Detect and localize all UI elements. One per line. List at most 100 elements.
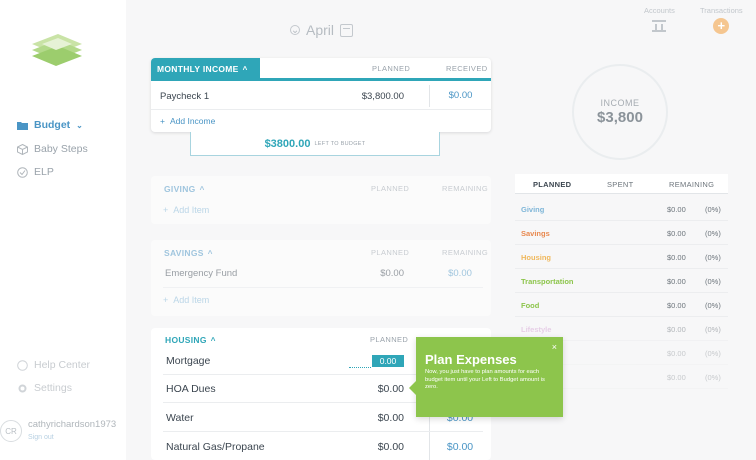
savings-title: SAVINGS bbox=[164, 248, 204, 258]
chevron-up-icon[interactable]: ^ bbox=[211, 336, 216, 345]
month-selector[interactable]: ⌄ April bbox=[290, 22, 354, 38]
summary-tabs: PLANNED SPENT REMAINING bbox=[515, 174, 728, 194]
income-header-tab[interactable]: MONTHLY INCOME ^ bbox=[151, 58, 260, 80]
divider bbox=[151, 109, 491, 110]
transactions-button[interactable]: Transactions + bbox=[700, 6, 743, 34]
sidebar-item-label: Settings bbox=[34, 382, 72, 394]
shield-icon bbox=[17, 166, 28, 178]
dotted-underline bbox=[349, 367, 371, 368]
item-name[interactable]: Water bbox=[166, 412, 194, 424]
summary-category: Housing bbox=[521, 253, 551, 262]
plus-icon: + bbox=[163, 205, 169, 215]
col-planned: PLANNED bbox=[371, 184, 410, 193]
add-item-button[interactable]: + Add Item bbox=[163, 205, 209, 215]
table-row[interactable]: Paycheck 1 $3,800.00 $0.00 bbox=[151, 85, 491, 107]
summary-amount: $0.00 bbox=[667, 253, 686, 262]
sidebar-item-budget[interactable]: Budget ⌄ bbox=[17, 119, 83, 131]
sidebar-item-baby-steps[interactable]: Baby Steps bbox=[17, 143, 88, 155]
chevron-up-icon[interactable]: ^ bbox=[208, 249, 213, 258]
tab-planned[interactable]: PLANNED bbox=[533, 180, 571, 189]
username: cathyrichardson1973 bbox=[28, 419, 117, 430]
col-received: RECEIVED bbox=[446, 64, 488, 73]
summary-row[interactable]: Transportation $0.00 (0%) bbox=[515, 269, 728, 293]
summary-row[interactable]: Savings $0.00 (0%) bbox=[515, 221, 728, 245]
item-received[interactable]: $0.00 bbox=[429, 85, 491, 107]
col-planned: PLANNED bbox=[372, 64, 411, 73]
summary-percent: (0%) bbox=[705, 205, 721, 214]
calendar-icon[interactable] bbox=[340, 23, 354, 37]
savings-header-tab[interactable]: SAVINGS ^ bbox=[158, 242, 225, 264]
summary-category: Transportation bbox=[521, 277, 574, 286]
add-income-button[interactable]: + Add Income bbox=[160, 116, 215, 126]
sidebar-item-help-center[interactable]: Help Center bbox=[17, 359, 90, 371]
planned-amount-input[interactable]: 0.00 bbox=[372, 355, 404, 367]
close-icon[interactable]: × bbox=[552, 342, 557, 352]
giving-title: GIVING bbox=[164, 184, 196, 194]
savings-card: SAVINGS ^ PLANNED REMAINING Emergency Fu… bbox=[151, 240, 491, 316]
chevron-up-icon[interactable]: ^ bbox=[243, 65, 248, 74]
tooltip-text: Now, you just have to plan amounts for e… bbox=[425, 369, 545, 390]
col-remaining: REMAINING bbox=[442, 184, 489, 193]
cube-icon bbox=[17, 143, 28, 155]
left-to-budget-label: LEFT TO BUDGET bbox=[314, 140, 366, 147]
housing-title: HOUSING bbox=[165, 335, 207, 345]
income-title: MONTHLY INCOME bbox=[157, 64, 239, 74]
summary-category: Giving bbox=[521, 205, 545, 214]
avatar[interactable]: CR bbox=[0, 420, 22, 442]
item-name[interactable]: Emergency Fund bbox=[165, 268, 237, 279]
add-item-button[interactable]: + Add Item bbox=[163, 295, 209, 305]
accounts-button[interactable]: Accounts bbox=[644, 6, 675, 32]
summary-percent: (0%) bbox=[705, 349, 721, 358]
signout-link[interactable]: Sign out bbox=[28, 434, 54, 441]
summary-row[interactable]: Food $0.00 (0%) bbox=[515, 293, 728, 317]
month-label: April bbox=[306, 22, 335, 38]
help-icon bbox=[17, 359, 28, 371]
money-stack-logo bbox=[32, 34, 82, 66]
plan-expenses-tooltip: × Plan Expenses Now, you just have to pl… bbox=[409, 337, 563, 417]
item-planned[interactable]: $0.00 bbox=[378, 412, 404, 424]
table-row[interactable]: Natural Gas/Propane $0.00 $0.00 bbox=[151, 436, 491, 458]
income-summary-circle: INCOME $3,800 bbox=[572, 64, 668, 160]
col-remaining: REMAINING bbox=[442, 248, 489, 257]
tab-spent[interactable]: SPENT bbox=[607, 180, 634, 189]
item-planned[interactable]: $3,800.00 bbox=[362, 91, 404, 102]
add-transaction-icon[interactable]: + bbox=[713, 18, 730, 34]
income-card: MONTHLY INCOME ^ PLANNED RECEIVED Payche… bbox=[151, 58, 491, 132]
summary-amount: $0.00 bbox=[667, 277, 686, 286]
table-row[interactable]: Emergency Fund $0.00 $0.00 bbox=[151, 263, 491, 283]
sidebar-item-label: Help Center bbox=[34, 359, 91, 371]
summary-amount: $0.00 bbox=[667, 205, 686, 214]
item-remaining: $0.00 bbox=[446, 441, 474, 453]
tooltip-title: Plan Expenses bbox=[425, 352, 517, 367]
sidebar-item-label: Baby Steps bbox=[34, 143, 88, 155]
sidebar-item-settings[interactable]: Settings bbox=[17, 382, 72, 394]
item-planned[interactable]: $0.00 bbox=[378, 383, 404, 395]
summary-category: Food bbox=[521, 301, 540, 310]
transactions-label: Transactions bbox=[700, 6, 743, 15]
tab-remaining[interactable]: REMAINING bbox=[669, 180, 714, 189]
add-income-label: Add Income bbox=[169, 116, 216, 126]
item-name[interactable]: Natural Gas/Propane bbox=[166, 441, 265, 453]
item-planned[interactable]: $0.00 bbox=[378, 441, 404, 453]
summary-row[interactable]: Giving $0.00 (0%) bbox=[515, 197, 728, 221]
left-to-budget: $3800.00 LEFT TO BUDGET bbox=[190, 132, 440, 156]
user-profile: CR cathyrichardson1973 Sign out bbox=[0, 414, 126, 454]
sidebar-item-elp[interactable]: ELP bbox=[17, 166, 54, 178]
item-planned[interactable]: $0.00 bbox=[380, 268, 404, 279]
housing-header-tab[interactable]: HOUSING ^ bbox=[159, 329, 228, 351]
item-name[interactable]: Mortgage bbox=[166, 355, 210, 367]
left-to-budget-amount: $3800.00 bbox=[264, 137, 311, 150]
divider bbox=[163, 431, 483, 432]
chevron-down-icon[interactable]: ⌄ bbox=[290, 25, 300, 36]
summary-row[interactable]: Housing $0.00 (0%) bbox=[515, 245, 728, 269]
summary-amount: $0.00 bbox=[667, 229, 686, 238]
giving-card: GIVING ^ PLANNED REMAINING + Add Item bbox=[151, 176, 491, 224]
chevron-up-icon[interactable]: ^ bbox=[200, 185, 205, 194]
summary-amount: $0.00 bbox=[667, 373, 686, 382]
item-name[interactable]: Paycheck 1 bbox=[160, 91, 209, 102]
item-name[interactable]: HOA Dues bbox=[166, 383, 216, 395]
summary-percent: (0%) bbox=[705, 277, 721, 286]
giving-header-tab[interactable]: GIVING ^ bbox=[158, 178, 217, 200]
plus-icon: + bbox=[163, 295, 169, 305]
summary-percent: (0%) bbox=[705, 229, 721, 238]
